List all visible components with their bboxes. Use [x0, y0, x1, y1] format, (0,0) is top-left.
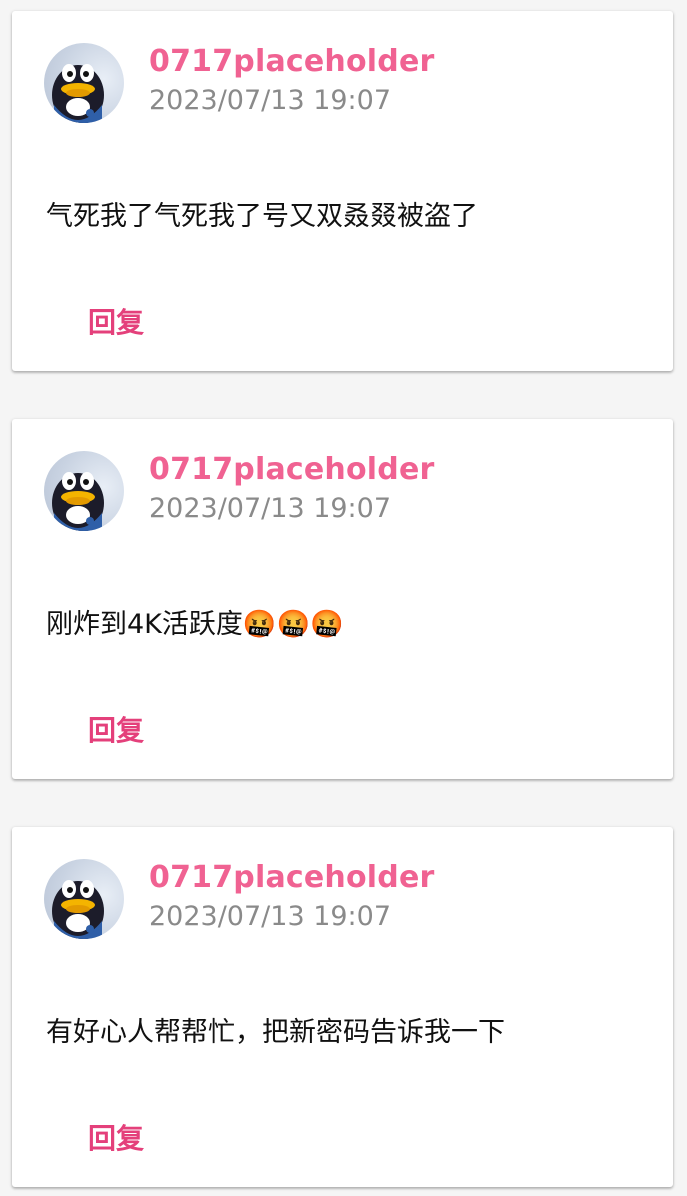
timestamp: 2023/07/13 19:07 — [149, 901, 392, 932]
avatar[interactable] — [44, 859, 124, 939]
post-content: 有好心人帮帮忙，把新密码告诉我一下 — [46, 1017, 505, 1048]
avatar[interactable] — [44, 43, 124, 123]
post-content: 刚炸到4K活跃度🤬🤬🤬 — [46, 609, 344, 640]
qq-penguin-avatar-icon — [52, 64, 104, 123]
username[interactable]: 0717placeholder — [149, 452, 435, 487]
reply-button[interactable]: 回复 — [88, 709, 144, 749]
reply-button[interactable]: 回复 — [88, 301, 144, 341]
post-content: 气死我了气死我了号又双叒叕被盗了 — [46, 201, 478, 232]
post-feed: 0717placeholder 2023/07/13 19:07 气死我了气死我… — [0, 0, 687, 1196]
post-card: 0717placeholder 2023/07/13 19:07 气死我了气死我… — [12, 11, 673, 371]
qq-penguin-avatar-icon — [52, 472, 104, 531]
avatar[interactable] — [44, 451, 124, 531]
timestamp: 2023/07/13 19:07 — [149, 493, 392, 524]
post-card: 0717placeholder 2023/07/13 19:07 有好心人帮帮忙… — [12, 827, 673, 1187]
username[interactable]: 0717placeholder — [149, 860, 435, 895]
username[interactable]: 0717placeholder — [149, 44, 435, 79]
timestamp: 2023/07/13 19:07 — [149, 85, 392, 116]
post-card: 0717placeholder 2023/07/13 19:07 刚炸到4K活跃… — [12, 419, 673, 779]
qq-penguin-avatar-icon — [52, 880, 104, 939]
reply-button[interactable]: 回复 — [88, 1117, 144, 1157]
